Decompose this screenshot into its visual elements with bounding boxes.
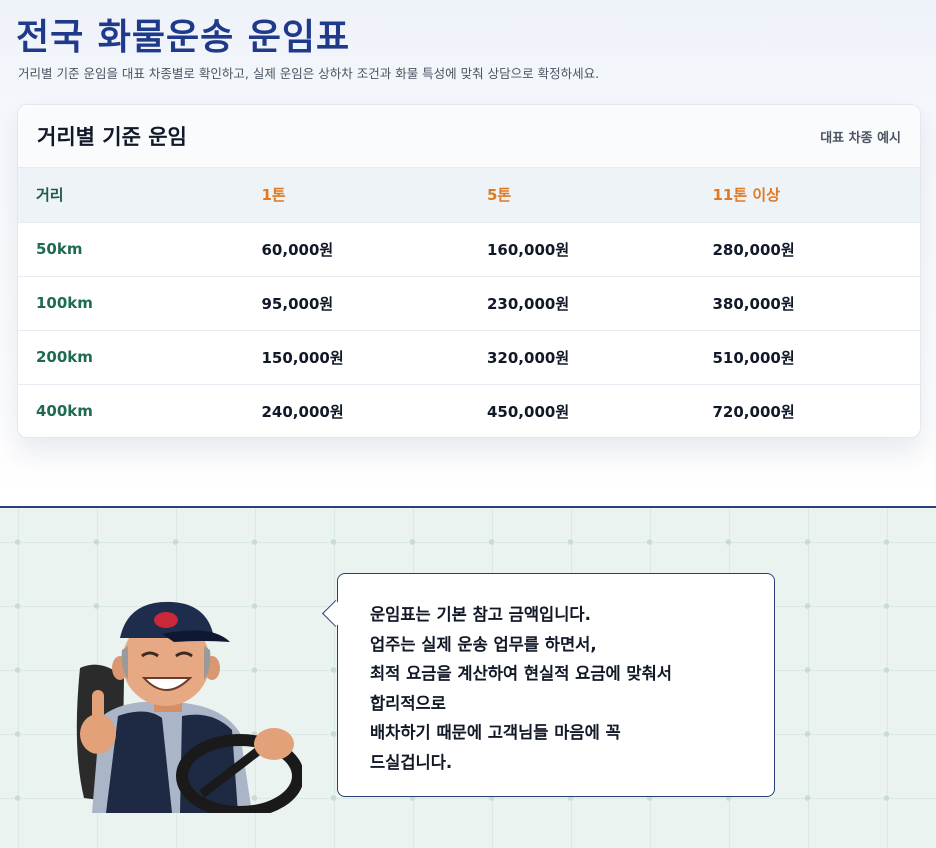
distance-cell: 50km [36, 240, 83, 258]
page-subtitle: 거리별 기준 운임을 대표 차종별로 확인하고, 실제 운임은 상하차 조건과 … [18, 66, 600, 81]
speech-bubble-text: 운임표는 기본 참고 금액입니다. 업주는 실제 운송 업무를 하면서, 최적 … [370, 600, 760, 777]
column-header-distance: 거리 [36, 186, 64, 205]
bubble-line: 업주는 실제 운송 업무를 하면서, [370, 634, 597, 654]
rate-cell-11ton: 510,000원 [712, 348, 795, 367]
vehicle-example-note: 대표 차종 예시 [820, 130, 901, 146]
table-row: 100km 95,000원 230,000원 380,000원 [18, 276, 920, 330]
rate-cell-5ton: 450,000원 [487, 402, 570, 421]
table-row: 200km 150,000원 320,000원 510,000원 [18, 330, 920, 384]
table-header-row: 거리 1톤 5톤 11톤 이상 [18, 168, 920, 222]
rate-cell-1ton: 150,000원 [261, 348, 344, 367]
distance-cell: 200km [36, 348, 93, 366]
bubble-line: 운임표는 기본 참고 금액입니다. [370, 605, 591, 624]
rate-cell-11ton: 280,000원 [712, 240, 795, 259]
rate-cell-11ton: 720,000원 [712, 402, 795, 421]
bubble-line: 드실겁니다. [370, 752, 453, 772]
rate-cell-5ton: 230,000원 [487, 294, 570, 313]
truck-driver-illustration [76, 601, 302, 813]
rate-table-card: 거리별 기준 운임 대표 차종 예시 거리 1톤 5톤 11톤 이상 50km … [17, 104, 921, 438]
distance-cell: 400km [36, 402, 93, 421]
card-title: 거리별 기준 운임 [37, 125, 187, 149]
distance-cell: 100km [36, 294, 93, 312]
rate-table: 거리 1톤 5톤 11톤 이상 50km 60,000원 160,000원 28… [18, 168, 920, 437]
rate-cell-5ton: 160,000원 [487, 240, 570, 259]
table-row: 400km 240,000원 450,000원 720,000원 [18, 384, 920, 437]
bubble-line: 배차하기 때문에 고객님들 마음에 꼭 [370, 723, 621, 742]
page-title: 전국 화물운송 운임표 [16, 17, 351, 58]
rate-cell-5ton: 320,000원 [487, 348, 570, 367]
card-header: 거리별 기준 운임 대표 차종 예시 [18, 105, 920, 168]
rate-cell-1ton: 95,000원 [261, 294, 334, 313]
rate-cell-11ton: 380,000원 [712, 294, 795, 313]
bubble-line: 최적 요금을 계산하여 현실적 요금에 맞춰서 [370, 664, 672, 683]
rate-cell-1ton: 240,000원 [261, 402, 344, 421]
rate-cell-1ton: 60,000원 [261, 240, 334, 259]
bubble-line: 합리적으로 [370, 693, 446, 713]
column-header-1ton: 1톤 [261, 186, 286, 205]
column-header-5ton: 5톤 [487, 186, 512, 205]
table-row: 50km 60,000원 160,000원 280,000원 [18, 222, 920, 276]
column-header-11ton: 11톤 이상 [712, 186, 781, 205]
